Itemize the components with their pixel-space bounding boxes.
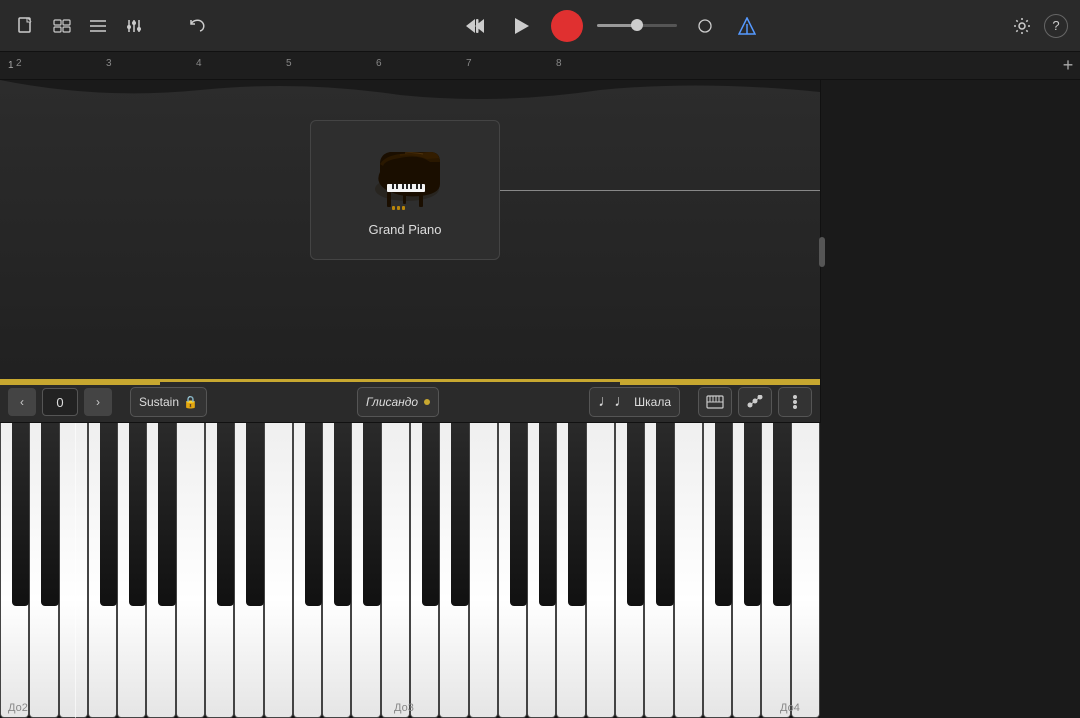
black-key-1-3[interactable] [334,423,352,606]
right-panel [820,80,1080,423]
note-icon: ♩♩ [598,393,630,411]
playhead-cursor [75,423,76,718]
panel-divider[interactable] [819,237,825,267]
next-button[interactable]: › [84,388,112,416]
metronome-icon[interactable] [733,12,761,40]
white-key-6[interactable] [176,423,205,718]
toolbar: ? [0,0,1080,52]
volume-icon [691,12,719,40]
note-label-do4: До4 [780,702,800,714]
black-key-0-0[interactable] [12,423,30,606]
black-key-0-4[interactable] [158,423,176,606]
add-track-button[interactable]: + [1056,54,1080,78]
track-area: Grand Piano [0,80,820,423]
black-key-1-2[interactable] [305,423,323,606]
new-file-icon[interactable] [12,12,40,40]
play-button[interactable] [505,10,537,42]
black-key-0-1[interactable] [41,423,59,606]
piano-keyboard: До2 До3 До4 [0,423,820,718]
black-key-1-4[interactable] [363,423,381,606]
more-options-button[interactable] [778,387,812,417]
white-key-27[interactable] [791,423,820,718]
help-icon[interactable]: ? [1044,14,1068,38]
black-key-3-1[interactable] [656,423,674,606]
instrument-name: Grand Piano [369,222,442,237]
black-key-2-3[interactable] [539,423,557,606]
black-key-2-4[interactable] [568,423,586,606]
keyboard-layout-button[interactable] [698,387,732,417]
sustain-button[interactable]: Sustain 🔒 [130,387,207,417]
settings-icon[interactable] [1008,12,1036,40]
track-line [500,190,820,191]
black-key-0-3[interactable] [129,423,147,606]
gold-accent-right [620,382,820,385]
lock-icon: 🔒 [183,395,198,409]
white-key-16[interactable] [469,423,498,718]
black-key-2-1[interactable] [451,423,469,606]
black-key-2-0[interactable] [422,423,440,606]
black-key-2-2[interactable] [510,423,528,606]
controls-bar: ‹ 0 › Sustain 🔒 Глисандо ♩♩ Шкала [0,379,820,423]
white-key-20[interactable] [586,423,615,718]
ruler-marks: 2 3 4 5 6 7 8 [16,52,1056,79]
black-key-3-3[interactable] [744,423,762,606]
black-key-1-0[interactable] [217,423,235,606]
volume-control[interactable] [597,24,677,27]
record-button[interactable] [551,10,583,42]
main-area: Grand Piano [0,80,1080,423]
timeline-ruler: 1 2 3 4 5 6 7 8 + [0,52,1080,80]
scale-button[interactable]: ♩♩ Шкала [589,387,680,417]
tracks-icon[interactable] [84,12,112,40]
gold-accent-left [0,382,160,385]
undo-icon[interactable] [184,12,212,40]
glissando-indicator [424,399,430,405]
white-key-2[interactable] [59,423,88,718]
prev-button[interactable]: ‹ [8,388,36,416]
black-key-0-2[interactable] [100,423,118,606]
white-key-23[interactable] [674,423,703,718]
keys-container [0,423,820,718]
glissando-button[interactable]: Глисандо [357,387,439,417]
black-key-1-1[interactable] [246,423,264,606]
black-key-3-2[interactable] [715,423,733,606]
white-key-13[interactable] [381,423,410,718]
counter-display: 0 [42,388,78,416]
instrument-block[interactable]: Grand Piano [310,120,500,260]
black-key-3-4[interactable] [773,423,791,606]
note-label-do3: До3 [394,702,414,714]
arpeggio-button[interactable] [738,387,772,417]
view-toggle-icon[interactable] [48,12,76,40]
white-key-9[interactable] [264,423,293,718]
note-label-do2: До2 [8,702,28,714]
grand-piano-image [365,144,445,214]
black-key-3-0[interactable] [627,423,645,606]
mixer-icon[interactable] [120,12,148,40]
rewind-button[interactable] [459,10,491,42]
